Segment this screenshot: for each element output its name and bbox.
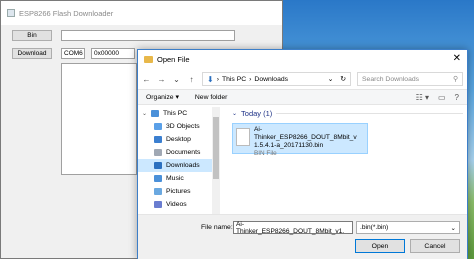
- breadcrumb-this-pc[interactable]: This PC: [222, 76, 246, 83]
- sidebar-item-label: Downloads: [166, 162, 200, 169]
- breadcrumb-sep: ›: [249, 75, 252, 83]
- file-item-selected[interactable]: Ai-Thinker_ESP8266_DOUT_8Mbit_v 1.5.4.1-…: [232, 123, 368, 157]
- cube-icon: [154, 123, 162, 130]
- navigation-bar: ← → ⌄ ↑ ⬇ › This PC › Downloads ⌄ ↻ Sear…: [138, 69, 467, 89]
- sidebar-item-label: Desktop: [166, 136, 191, 143]
- group-header-today[interactable]: ⌄ Today (1): [226, 107, 467, 120]
- sidebar-item-label: 3D Objects: [166, 123, 200, 130]
- address-dropdown-icon[interactable]: ⌄: [328, 75, 334, 83]
- breadcrumb-downloads[interactable]: Downloads: [254, 76, 288, 83]
- recent-locations-icon[interactable]: ⌄: [172, 75, 181, 84]
- sidebar-item-documents[interactable]: Documents: [138, 146, 220, 159]
- app-title: ESP8266 Flash Downloader: [19, 8, 114, 18]
- file-name-line1: Ai-Thinker_ESP8266_DOUT_8Mbit_v: [254, 126, 357, 141]
- search-icon: ⚲: [453, 76, 458, 83]
- up-icon[interactable]: ↑: [187, 75, 196, 84]
- file-list-pane: ⌄ Today (1) Ai-Thinker_ESP8266_DOUT_8Mbi…: [226, 107, 467, 214]
- forward-icon[interactable]: →: [157, 75, 166, 84]
- command-bar: Organize ▾ New folder ☷ ▾ ▭ ?: [138, 89, 467, 105]
- back-icon[interactable]: ←: [142, 75, 151, 84]
- bin-button[interactable]: Bin: [12, 30, 52, 41]
- sidebar-item-3d-objects[interactable]: 3D Objects: [138, 120, 220, 133]
- refresh-icon[interactable]: ↻: [340, 75, 346, 83]
- organize-button[interactable]: Organize ▾: [146, 93, 179, 101]
- desktop-icon: [154, 136, 162, 143]
- breadcrumb-sep: ›: [216, 75, 219, 83]
- open-file-dialog: Open File ✕ ← → ⌄ ↑ ⬇ › This PC › Downlo…: [137, 49, 468, 259]
- download-arrow-icon: [154, 162, 162, 169]
- computer-icon: [151, 110, 160, 117]
- folder-icon: [144, 56, 153, 63]
- file-name-line2: 1.5.4.1-a_20171130.bin: [254, 142, 324, 149]
- file-icon: [236, 128, 250, 146]
- help-icon[interactable]: ?: [455, 93, 459, 102]
- music-note-icon: [154, 175, 162, 182]
- bin-path-input[interactable]: [61, 30, 235, 41]
- sidebar-item-this-pc[interactable]: ⌄ This PC: [138, 107, 220, 120]
- address-input[interactable]: 0x00000: [91, 48, 135, 59]
- group-divider: [276, 113, 463, 114]
- sidebar-item-desktop[interactable]: Desktop: [138, 133, 220, 146]
- sidebar-item-label: Videos: [166, 201, 187, 208]
- view-options-icon[interactable]: ☷ ▾: [416, 93, 429, 102]
- file-name-label: File name:: [201, 224, 233, 231]
- video-icon: [154, 201, 162, 208]
- sidebar-item-downloads[interactable]: Downloads: [138, 159, 220, 172]
- document-icon: [154, 149, 162, 156]
- dialog-title: Open File: [157, 55, 190, 64]
- download-button[interactable]: Download: [12, 48, 52, 59]
- address-bar[interactable]: ⬇ › This PC › Downloads ⌄ ↻: [202, 72, 351, 86]
- search-input[interactable]: Search Downloads ⚲: [357, 72, 463, 86]
- app-title-bar: ESP8266 Flash Downloader: [1, 1, 282, 25]
- sidebar-item-label: Documents: [166, 149, 201, 156]
- group-label: Today (1): [241, 109, 273, 118]
- com-port-input[interactable]: COM6: [61, 48, 85, 59]
- sidebar-item-videos[interactable]: Videos: [138, 198, 220, 211]
- file-type: BIN File: [254, 150, 277, 157]
- sidebar-item-label: This PC: [163, 110, 188, 117]
- scrollbar-thumb[interactable]: [213, 117, 219, 179]
- file-type-select[interactable]: .bin(*.bin) ⌄: [356, 221, 460, 234]
- log-output: [61, 63, 137, 175]
- dialog-footer: File name: Ai-Thinker_ESP8266_DOUT_8Mbit…: [138, 214, 467, 259]
- new-folder-button[interactable]: New folder: [195, 94, 228, 101]
- close-icon[interactable]: ✕: [453, 53, 461, 64]
- dialog-title-bar: Open File: [138, 50, 467, 69]
- sidebar-item-label: Music: [166, 175, 184, 182]
- picture-icon: [154, 188, 162, 195]
- open-button[interactable]: Open: [355, 239, 405, 253]
- file-name-input[interactable]: Ai-Thinker_ESP8266_DOUT_8Mbit_v1.: [233, 221, 353, 235]
- preview-pane-icon[interactable]: ▭: [438, 93, 446, 102]
- cancel-button[interactable]: Cancel: [410, 239, 460, 253]
- file-type-value: .bin(*.bin): [360, 224, 389, 231]
- sidebar-item-pictures[interactable]: Pictures: [138, 185, 220, 198]
- navigation-scrollbar[interactable]: [212, 107, 220, 214]
- search-placeholder: Search Downloads: [362, 75, 420, 83]
- sidebar-item-label: Pictures: [166, 188, 191, 195]
- sidebar-item-music[interactable]: Music: [138, 172, 220, 185]
- downloads-icon: ⬇: [207, 74, 214, 84]
- navigation-pane: ⌄ This PC 3D Objects Desktop Documents D…: [138, 107, 220, 214]
- app-icon: [7, 9, 15, 17]
- chevron-down-icon: ⌄: [450, 224, 456, 232]
